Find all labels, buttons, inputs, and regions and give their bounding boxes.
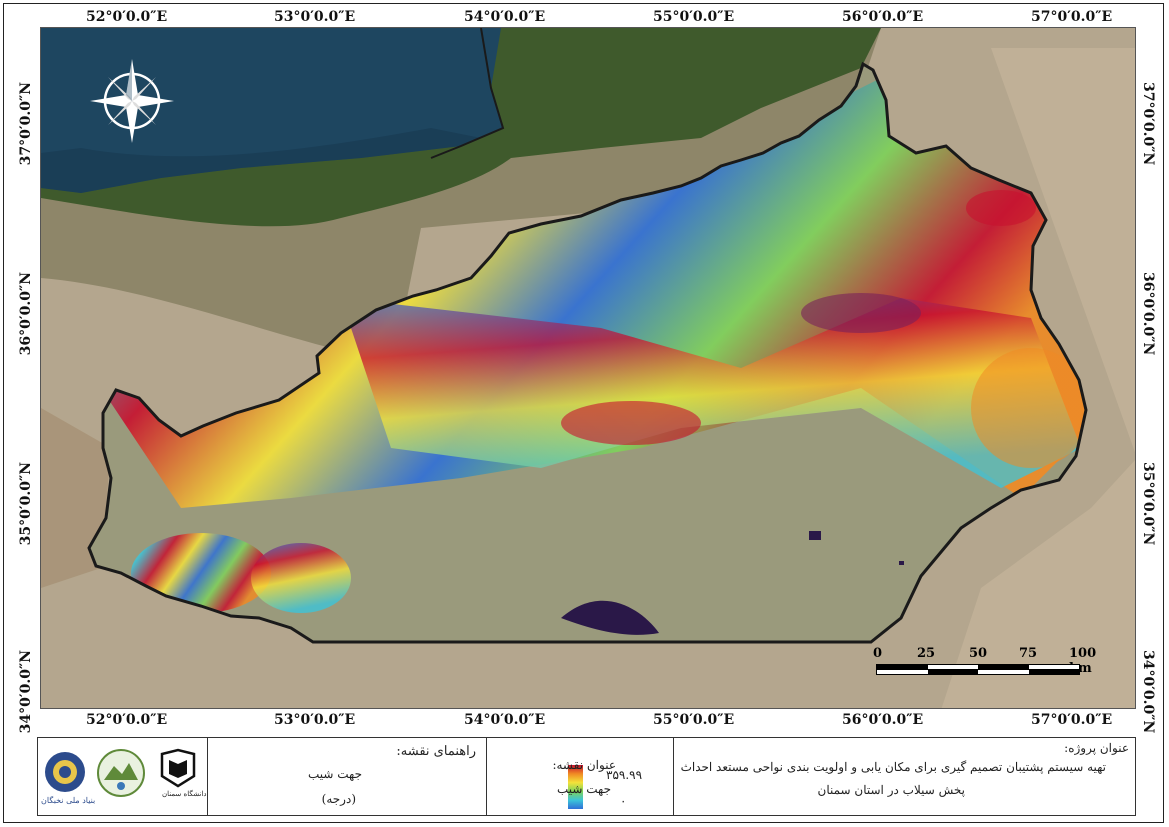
guide-heading: راهنمای نقشه: bbox=[396, 744, 476, 759]
map-title: جهت شیب bbox=[556, 782, 611, 796]
scale-label: 0 bbox=[873, 646, 883, 661]
scale-label: 25 bbox=[917, 646, 936, 661]
guide-unit: (درجه) bbox=[321, 792, 356, 806]
scale-bar-row bbox=[876, 669, 1080, 675]
map-canvas[interactable] bbox=[40, 27, 1136, 709]
lat-label: 37°0′0.0″N bbox=[18, 82, 34, 166]
lat-label: 37°0′0.0″N bbox=[1140, 82, 1156, 166]
project-title-line2: پخش سیلاب در استان سمنان bbox=[817, 783, 965, 797]
national-elites-foundation-logo-icon bbox=[45, 752, 85, 792]
map-guide-cell: راهنمای نقشه: جهت شیب (درجه) ۳۵۹.۹۹ ۰ bbox=[208, 738, 642, 815]
lat-label: 36°0′0.0″N bbox=[1140, 272, 1156, 356]
lat-label: 35°0′0.0″N bbox=[18, 462, 34, 546]
scale-label: 75 bbox=[1019, 646, 1038, 661]
lon-label: 56°0′0.0″E bbox=[842, 712, 924, 728]
legend-panel: بنیاد ملی نخبگان دانشگاه سمنان راهنمای ن… bbox=[37, 737, 1136, 816]
logos-cell: بنیاد ملی نخبگان دانشگاه سمنان bbox=[38, 738, 208, 815]
lon-label: 52°0′0.0″E bbox=[86, 712, 168, 728]
lat-label: 35°0′0.0″N bbox=[1140, 462, 1156, 546]
lat-label: 34°0′0.0″N bbox=[18, 650, 34, 734]
scale-bar: 0 25 50 75 100 km bbox=[873, 646, 1096, 676]
project-title-cell: عنوان پروژه: تهیه سیستم پشتیبان تصمیم گی… bbox=[674, 738, 1135, 815]
map-title-heading: عنوان نقشه: bbox=[552, 758, 616, 772]
logo-caption: بنیاد ملی نخبگان bbox=[41, 796, 96, 805]
scale-label: 50 bbox=[969, 646, 988, 661]
map-graphic bbox=[41, 28, 1135, 708]
compass-rose-icon bbox=[90, 59, 174, 143]
lon-label: 53°0′0.0″E bbox=[274, 9, 356, 25]
province-emblem-logo-icon bbox=[97, 749, 145, 797]
lon-label: 54°0′0.0″E bbox=[464, 712, 546, 728]
lon-label: 52°0′0.0″E bbox=[86, 9, 168, 25]
semnan-university-logo-icon bbox=[160, 748, 196, 788]
project-title-line1: تهیه سیستم پشتیبان تصمیم گیری برای مکان … bbox=[680, 760, 1106, 774]
lon-label: 57°0′0.0″E bbox=[1031, 712, 1113, 728]
logo-caption: دانشگاه سمنان bbox=[162, 790, 207, 798]
lon-label: 56°0′0.0″E bbox=[842, 9, 924, 25]
lon-label: 55°0′0.0″E bbox=[653, 9, 735, 25]
project-heading: عنوان پروژه: bbox=[1064, 741, 1129, 755]
lat-label: 36°0′0.0″N bbox=[18, 272, 34, 356]
lon-label: 54°0′0.0″E bbox=[464, 9, 546, 25]
lon-label: 53°0′0.0″E bbox=[274, 712, 356, 728]
guide-layer-name: جهت شیب bbox=[307, 767, 362, 781]
lat-label: 34°0′0.0″N bbox=[1140, 650, 1156, 734]
lon-label: 55°0′0.0″E bbox=[653, 712, 735, 728]
lon-label: 57°0′0.0″E bbox=[1031, 9, 1113, 25]
map-title-cell: عنوان نقشه: جهت شیب bbox=[487, 738, 674, 815]
